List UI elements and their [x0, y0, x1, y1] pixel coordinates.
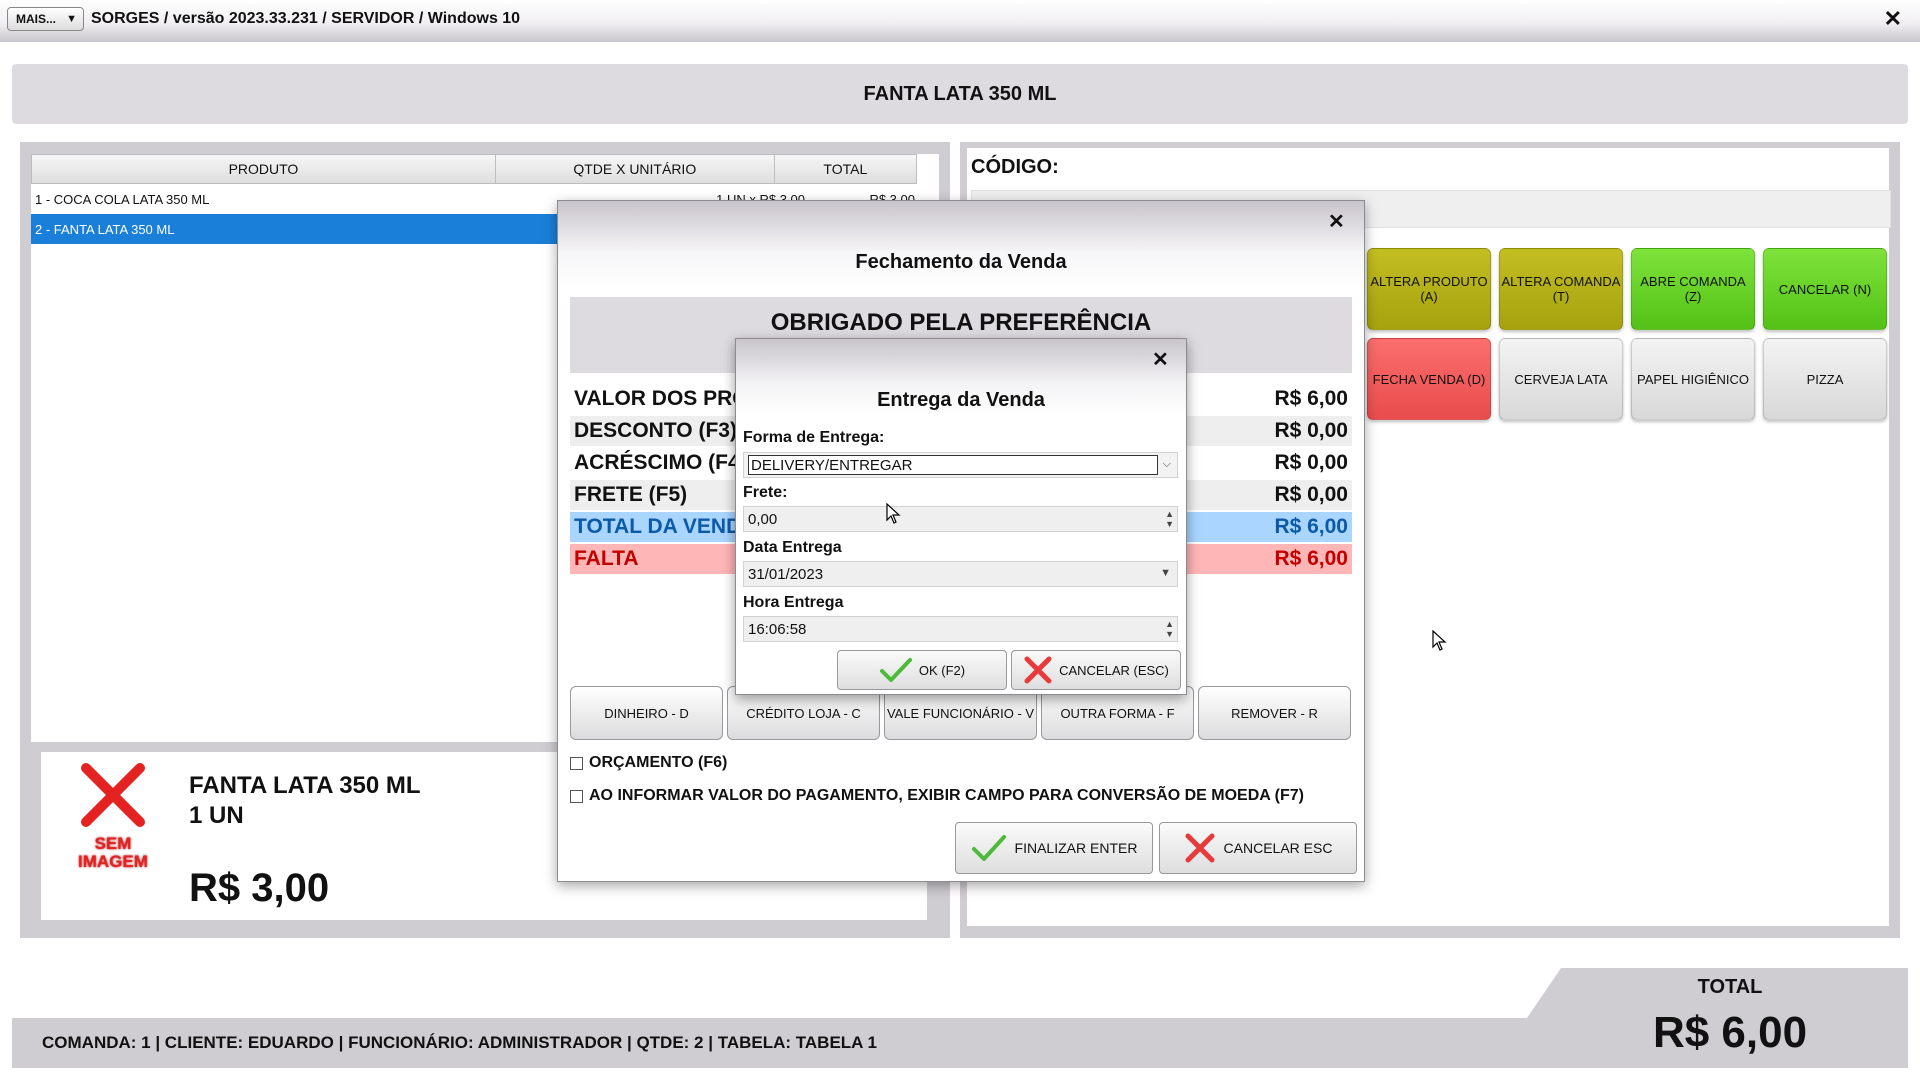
hora-entrega-input[interactable]: 16:06:58 ▲ ▼ [743, 616, 1178, 642]
remover-button[interactable]: REMOVER - R [1198, 686, 1351, 740]
abre-comanda-button[interactable]: ABRE COMANDA (Z) [1631, 248, 1755, 330]
total-value: R$ 6,00 [1652, 1008, 1808, 1057]
orcamento-checkbox[interactable] [570, 756, 583, 770]
current-product-header: FANTA LATA 350 ML [12, 64, 1908, 124]
close-icon[interactable]: ✕ [1328, 209, 1345, 234]
summary-value: R$ 6,00 [1274, 387, 1348, 410]
column-header-produto[interactable]: PRODUTO [32, 155, 496, 183]
cross-icon [1185, 833, 1215, 863]
column-header-total[interactable]: TOTAL [775, 155, 916, 183]
summary-label: TOTAL DA VEND [574, 515, 742, 538]
check-icon [971, 835, 1006, 861]
cancelar-entrega-button[interactable]: CANCELAR (ESC) [1011, 650, 1181, 690]
altera-comanda-button[interactable]: ALTERA COMANDA (T) [1499, 248, 1623, 330]
fechamento-title: Fechamento da Venda [855, 251, 1067, 273]
cancelar-entrega-label: CANCELAR (ESC) [1059, 662, 1169, 678]
summary-value: R$ 0,00 [1274, 483, 1348, 506]
ok-button[interactable]: OK (F2) [837, 650, 1007, 690]
frete-input[interactable]: 0,00 ▲ ▼ [743, 506, 1178, 532]
fechamento-dialog-header [558, 201, 1364, 287]
check-icon [879, 658, 912, 682]
summary-value: R$ 6,00 [1274, 515, 1348, 538]
close-icon[interactable]: ✕ [1152, 347, 1169, 372]
mais-menu-label: MAIS... [16, 12, 57, 26]
ok-label: OK (F2) [918, 662, 966, 678]
summary-value: R$ 0,00 [1274, 419, 1348, 442]
total-label: TOTAL [1697, 976, 1763, 998]
app-title: SORGES / versão 2023.33.231 / SERVIDOR /… [91, 10, 521, 27]
summary-value: R$ 0,00 [1274, 451, 1348, 474]
frete-value: 0,00 [748, 510, 778, 528]
mouse-cursor-icon [1432, 630, 1447, 651]
frete-label: Frete: [743, 484, 788, 501]
forma-entrega-select[interactable]: DELIVERY/ENTREGAR ⌵ [743, 452, 1178, 478]
spinner-icon[interactable]: ▲ ▼ [1165, 509, 1174, 529]
forma-entrega-label: Forma de Entrega: [743, 429, 885, 446]
product-card-name: FANTA LATA 350 ML [189, 772, 421, 799]
finalizar-button[interactable]: FINALIZAR ENTER [955, 822, 1153, 874]
data-entrega-label: Data Entrega [743, 539, 842, 556]
dinheiro-button[interactable]: DINHEIRO - D [570, 686, 723, 740]
summary-label: FALTA [574, 547, 639, 570]
hora-entrega-value: 16:06:58 [748, 620, 807, 638]
product-card-qty: 1 UN [189, 802, 244, 829]
finalizar-label: FINALIZAR ENTER [1014, 840, 1138, 856]
red-x-icon [81, 763, 145, 827]
chevron-down-icon[interactable]: ▼ [1160, 567, 1171, 579]
cancelar-button[interactable]: CANCELAR (N) [1763, 248, 1887, 330]
chevron-down-icon: ▼ [66, 13, 77, 25]
summary-label: ACRÉSCIMO (F4 [574, 451, 740, 474]
hora-entrega-label: Hora Entrega [743, 594, 844, 611]
entrega-title: Entrega da Venda [877, 389, 1045, 411]
mouse-cursor-icon [886, 503, 901, 524]
data-entrega-picker[interactable]: 31/01/2023 ▼ [743, 561, 1178, 587]
papel-higienico-button[interactable]: PAPEL HIGIÊNICO [1631, 338, 1755, 420]
entrega-dialog: ✕ Entrega da Venda Forma de Entrega: DEL… [735, 338, 1187, 695]
altera-produto-button[interactable]: ALTERA PRODUTO (A) [1367, 248, 1491, 330]
conversao-label: AO INFORMAR VALOR DO PAGAMENTO, EXIBIR C… [589, 787, 1304, 804]
product-card-price: R$ 3,00 [189, 866, 330, 910]
orcamento-checkbox-row[interactable]: ORÇAMENTO (F6) [570, 754, 727, 772]
summary-label: FRETE (F5) [574, 483, 688, 506]
no-image-text-1: SEM [94, 834, 132, 853]
fecha-venda-button[interactable]: FECHA VENDA (D) [1367, 338, 1491, 420]
no-image-icon: SEM IMAGEM [63, 760, 163, 880]
forma-entrega-value: DELIVERY/ENTREGAR [748, 455, 1158, 475]
cerveja-lata-button[interactable]: CERVEJA LATA [1499, 338, 1623, 420]
summary-label: VALOR DOS PRO [574, 387, 749, 410]
close-window-icon[interactable]: ✕ [1884, 6, 1902, 32]
row-product: 2 - FANTA LATA 350 ML [35, 221, 175, 237]
title-bar: MAIS... ▼ SORGES / versão 2023.33.231 / … [0, 0, 1920, 42]
no-image-text-2: IMAGEM [78, 852, 148, 871]
cross-icon [1024, 656, 1052, 684]
conversao-checkbox[interactable] [570, 789, 583, 803]
spinner-icon[interactable]: ▲ ▼ [1165, 619, 1174, 639]
grid-header: PRODUTO QTDE X UNITÁRIO TOTAL [31, 154, 917, 184]
mais-menu-button[interactable]: MAIS... ▼ [7, 7, 84, 31]
orcamento-label: ORÇAMENTO (F6) [589, 754, 728, 771]
summary-value: R$ 6,00 [1274, 547, 1348, 570]
chevron-down-icon[interactable]: ⌵ [1163, 458, 1171, 471]
row-product: 1 - COCA COLA LATA 350 ML [35, 191, 210, 207]
cancelar-esc-button[interactable]: CANCELAR ESC [1159, 822, 1357, 874]
conversao-checkbox-row[interactable]: AO INFORMAR VALOR DO PAGAMENTO, EXIBIR C… [570, 787, 1304, 805]
pizza-button[interactable]: PIZZA [1763, 338, 1887, 420]
data-entrega-value: 31/01/2023 [748, 565, 824, 583]
summary-label: DESCONTO (F3) [574, 419, 737, 442]
cancelar-esc-label: CANCELAR ESC [1223, 840, 1333, 856]
column-header-qtde[interactable]: QTDE X UNITÁRIO [496, 155, 775, 183]
codigo-label: CÓDIGO: [971, 156, 1059, 178]
